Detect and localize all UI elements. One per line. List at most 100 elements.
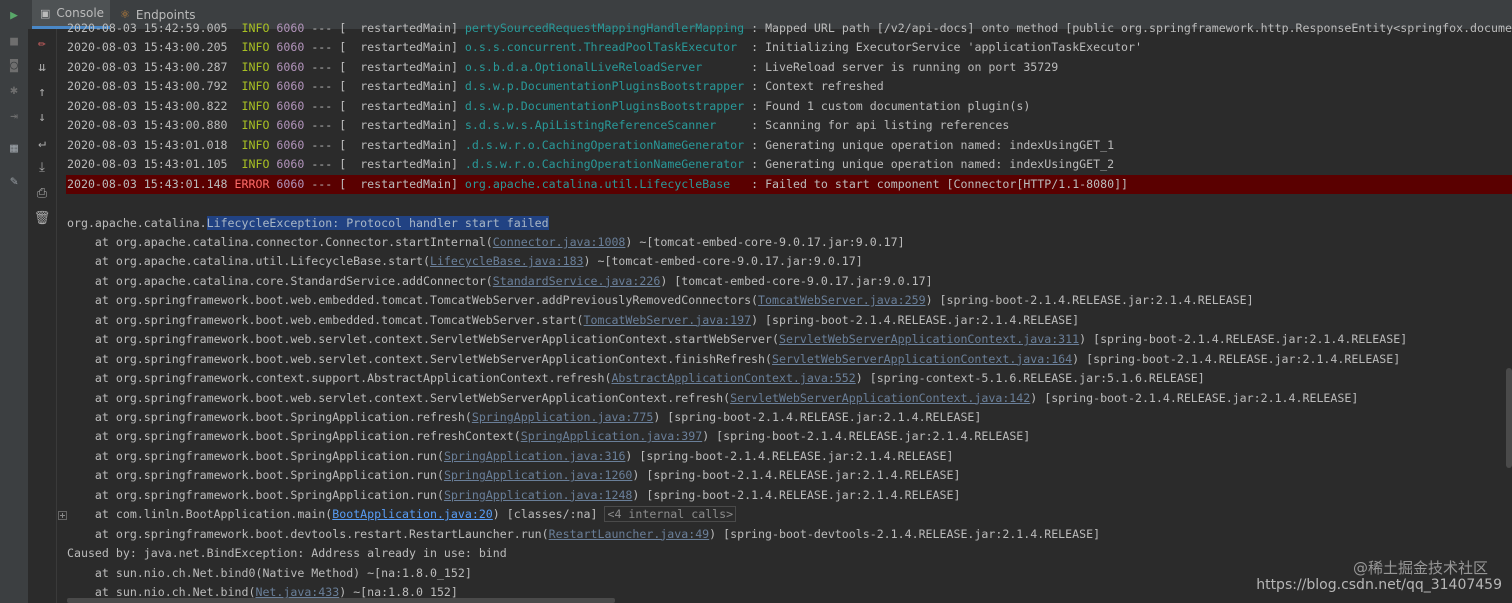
log-message: : Scanning for api listing references [751, 118, 1010, 133]
scroll-end-icon[interactable]: ⇊ [32, 60, 52, 75]
log-line: Caused by: java.net.BindException: Addre… [67, 544, 507, 563]
log-line: at org.apache.catalina.util.LifecycleBas… [67, 252, 863, 271]
stack-jar: ) [spring-boot-2.1.4.RELEASE.jar:2.1.4.R… [632, 487, 961, 502]
log-line: org.apache.catalina.LifecycleException: … [67, 214, 549, 233]
log-thread: restartedMain [360, 21, 451, 35]
stack-source-link[interactable]: ServletWebServerApplicationContext.java:… [772, 352, 1072, 366]
stack-source-link[interactable]: TomcatWebServer.java:197 [584, 313, 752, 327]
vertical-scrollbar[interactable] [1506, 368, 1512, 468]
stack-jar: ) [classes/:na] [492, 507, 605, 522]
run-icon[interactable]: ▶ [4, 5, 24, 25]
stack-source-link[interactable]: SpringApplication.java:1260 [444, 468, 632, 482]
log-logger: .d.s.w.r.o.CachingOperationNameGenerator [464, 137, 745, 152]
print-icon[interactable]: ⎙ [32, 186, 52, 201]
log-timestamp: 2020-08-03 15:43:00.880 [67, 118, 228, 133]
stack-source-link[interactable]: BootApplication.java:20 [332, 507, 493, 521]
stack-jar: ) [spring-boot-2.1.4.RELEASE.jar:2.1.4.R… [1030, 390, 1359, 405]
log-level: INFO [234, 40, 270, 55]
log-line: 2020-08-03 15:43:00.792 INFO 6060 --- [ … [67, 79, 884, 94]
up-icon[interactable]: ↑ [32, 85, 52, 100]
fold-expand-icon[interactable] [58, 511, 67, 520]
layout-icon[interactable]: ▦ [4, 138, 24, 158]
stack-frame: at org.apache.catalina.util.LifecycleBas… [94, 254, 430, 269]
log-separator: --- [311, 118, 333, 133]
stop-icon[interactable]: ■ [4, 31, 24, 51]
log-message: : Generating unique operation named: ind… [751, 157, 1115, 172]
log-thread: restartedMain [360, 98, 451, 113]
log-separator: --- [311, 79, 333, 94]
log-line: 2020-08-03 15:43:01.148 ERROR 6060 --- [… [66, 174, 1512, 194]
log-timestamp: 2020-08-03 15:43:01.105 [67, 157, 228, 172]
log-separator: --- [311, 40, 333, 55]
log-pid: 6060 [276, 118, 305, 133]
log-pid: 6060 [276, 40, 305, 55]
log-line: at org.springframework.boot.web.servlet.… [67, 350, 1400, 369]
log-pid: 6060 [276, 157, 305, 172]
caused-by: Caused by: java.net.BindException: Addre… [67, 546, 507, 561]
stack-source-link[interactable]: TomcatWebServer.java:259 [758, 293, 926, 307]
stack-source-link[interactable]: SpringApplication.java:775 [472, 410, 653, 424]
console-output[interactable]: 2020-08-03 15:42:59.005 INFO 6060 --- [ … [66, 21, 1512, 603]
log-message: : Mapped URL path [/v2/api-docs] onto me… [751, 21, 1512, 35]
stack-source-link[interactable]: StandardService.java:226 [493, 274, 661, 288]
log-logger: o.s.b.d.a.OptionalLiveReloadServer [464, 59, 745, 74]
horizontal-scrollbar[interactable] [67, 598, 615, 603]
stack-jar: ) [spring-boot-2.1.4.RELEASE.jar:2.1.4.R… [702, 429, 1031, 444]
log-separator: --- [311, 21, 333, 35]
stack-source-link[interactable]: ServletWebServerApplicationContext.java:… [730, 391, 1030, 405]
clear-icon[interactable]: ✏ [32, 36, 52, 51]
log-level: ERROR [234, 176, 270, 191]
log-level: INFO [234, 157, 270, 172]
stack-jar: ) ~[na:1.8.0_152] [339, 585, 458, 600]
log-thread: restartedMain [360, 157, 451, 172]
stack-jar: ) [spring-boot-devtools-2.1.4.RELEASE.ja… [709, 526, 1101, 541]
camera-icon[interactable]: ◙ [4, 55, 24, 75]
log-timestamp: 2020-08-03 15:43:00.792 [67, 79, 228, 94]
stack-source-link[interactable]: SpringApplication.java:1248 [444, 488, 632, 502]
log-line: at org.springframework.boot.SpringApplic… [67, 427, 1030, 446]
scroll-to-end-icon[interactable]: ⤓ [32, 160, 52, 175]
internal-calls-fold[interactable]: <4 internal calls> [604, 506, 737, 523]
log-line: at org.springframework.boot.web.servlet.… [67, 389, 1358, 408]
stack-frame: at org.springframework.boot.web.servlet.… [94, 351, 772, 366]
log-line: at org.springframework.boot.web.embedded… [67, 311, 1079, 330]
log-message: : Generating unique operation named: ind… [751, 137, 1115, 152]
soft-wrap-icon[interactable]: ↵ [32, 136, 52, 151]
log-line: at org.springframework.boot.SpringApplic… [67, 408, 981, 427]
log-thread: restartedMain [360, 59, 451, 74]
log-level: INFO [234, 21, 270, 35]
log-message: : Found 1 custom documentation plugin(s) [751, 98, 1031, 113]
log-line: 2020-08-03 15:42:59.005 INFO 6060 --- [ … [67, 19, 1512, 38]
trash-icon[interactable]: 🗑 [32, 211, 52, 226]
down-icon[interactable]: ↓ [32, 110, 52, 125]
stack-frame: at org.springframework.boot.SpringApplic… [94, 410, 472, 424]
stack-frame: at org.springframework.boot.web.servlet.… [94, 390, 731, 405]
stack-source-link[interactable]: Net.java:433 [255, 585, 339, 599]
pin-icon[interactable]: ✎ [4, 171, 24, 191]
stack-source-link[interactable]: LifecycleBase.java:183 [430, 254, 584, 268]
stack-jar: ) [spring-boot-2.1.4.RELEASE.jar:2.1.4.R… [751, 312, 1080, 327]
console-side-toolbar: ✏ ⇊ ↑ ↓ ↵ ⤓ ⎙ 🗑 [28, 29, 57, 603]
log-separator: --- [311, 59, 333, 74]
stack-jar: ) [spring-boot-2.1.4.RELEASE.jar:2.1.4.R… [1072, 351, 1401, 366]
stack-jar: ) [spring-context-5.1.6.RELEASE.jar:5.1.… [855, 371, 1205, 386]
bug-icon[interactable]: ✱ [4, 80, 24, 100]
stack-source-link[interactable]: SpringApplication.java:316 [444, 449, 625, 463]
log-logger: d.s.w.p.DocumentationPluginsBootstrapper [464, 79, 745, 94]
stack-jar: ) [spring-boot-2.1.4.RELEASE.jar:2.1.4.R… [625, 448, 954, 463]
log-level: INFO [234, 79, 270, 94]
log-level: INFO [234, 137, 270, 152]
stack-jar: ) [spring-boot-2.1.4.RELEASE.jar:2.1.4.R… [1079, 332, 1408, 347]
log-separator: --- [311, 137, 333, 152]
stack-source-link[interactable]: SpringApplication.java:397 [521, 429, 702, 443]
stack-source-link[interactable]: AbstractApplicationContext.java:552 [611, 371, 855, 385]
stack-source-link[interactable]: RestartLauncher.java:49 [549, 527, 710, 541]
log-thread: restartedMain [360, 137, 451, 152]
stack-jar: ) [spring-boot-2.1.4.RELEASE.jar:2.1.4.R… [653, 410, 982, 424]
stack-source-link[interactable]: Connector.java:1008 [493, 235, 626, 249]
exit-icon[interactable]: ⇥ [4, 106, 24, 126]
log-level: INFO [234, 118, 270, 133]
exception-package: org.apache.catalina. [67, 215, 207, 230]
stack-source-link[interactable]: ServletWebServerApplicationContext.java:… [779, 332, 1079, 346]
stack-frame: at org.springframework.boot.SpringApplic… [94, 429, 521, 444]
